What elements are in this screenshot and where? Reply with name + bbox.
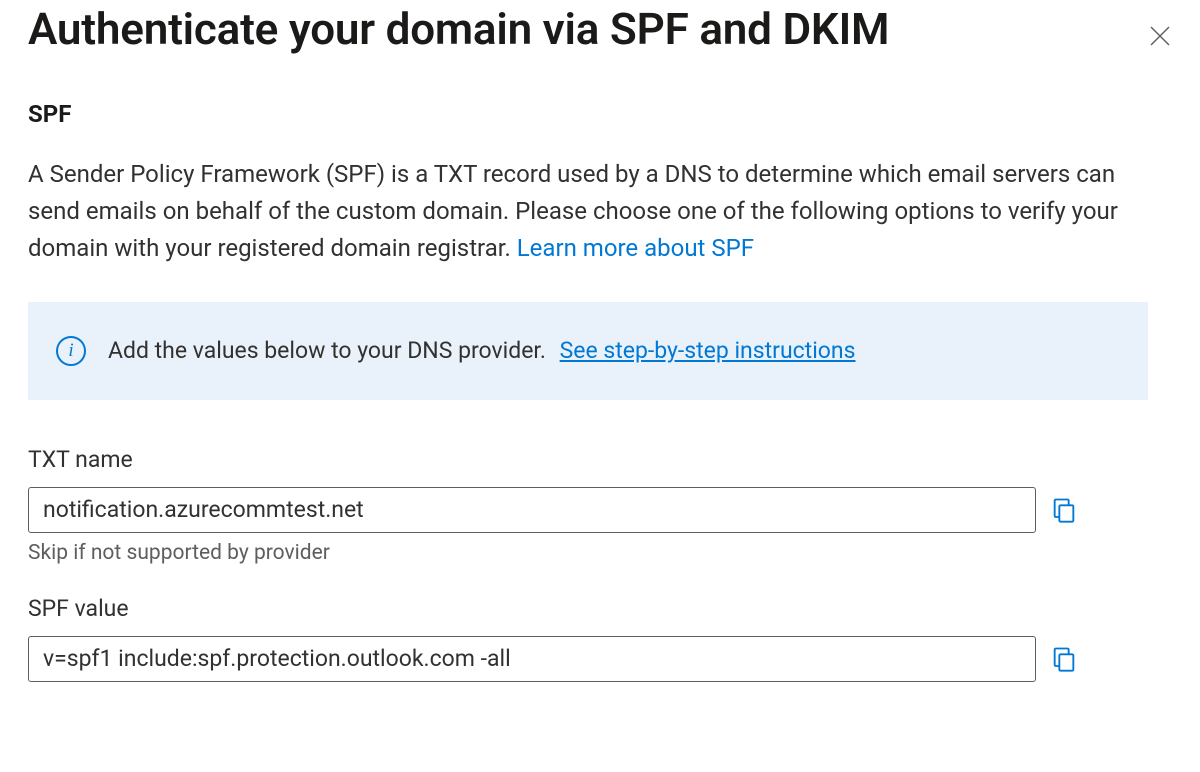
panel-header: Authenticate your domain via SPF and DKI… — [28, 0, 1184, 100]
txt-name-hint: Skip if not supported by provider — [28, 541, 1184, 565]
copy-txt-name-button[interactable] — [1036, 487, 1078, 533]
learn-more-spf-link[interactable]: Learn more about SPF — [517, 234, 754, 262]
close-icon — [1148, 24, 1172, 48]
panel-title: Authenticate your domain via SPF and DKI… — [28, 4, 889, 55]
txt-name-row — [28, 487, 1078, 533]
auth-domain-panel: Authenticate your domain via SPF and DKI… — [0, 0, 1200, 772]
spf-section-heading: SPF — [28, 100, 1184, 128]
info-bar: i Add the values below to your DNS provi… — [28, 302, 1148, 400]
info-bar-text: Add the values below to your DNS provide… — [108, 337, 855, 364]
info-icon: i — [56, 336, 86, 366]
txt-name-input[interactable] — [28, 487, 1036, 533]
txt-name-label: TXT name — [28, 446, 1184, 473]
info-bar-message: Add the values below to your DNS provide… — [108, 337, 546, 364]
spf-value-label: SPF value — [28, 595, 1184, 622]
close-button[interactable] — [1136, 12, 1184, 60]
copy-icon — [1050, 645, 1078, 673]
copy-icon — [1050, 496, 1078, 524]
spf-value-row — [28, 636, 1078, 682]
step-by-step-link[interactable]: See step-by-step instructions — [560, 337, 856, 364]
spf-value-input[interactable] — [28, 636, 1036, 682]
spf-description: A Sender Policy Framework (SPF) is a TXT… — [28, 156, 1118, 268]
copy-spf-value-button[interactable] — [1036, 636, 1078, 682]
